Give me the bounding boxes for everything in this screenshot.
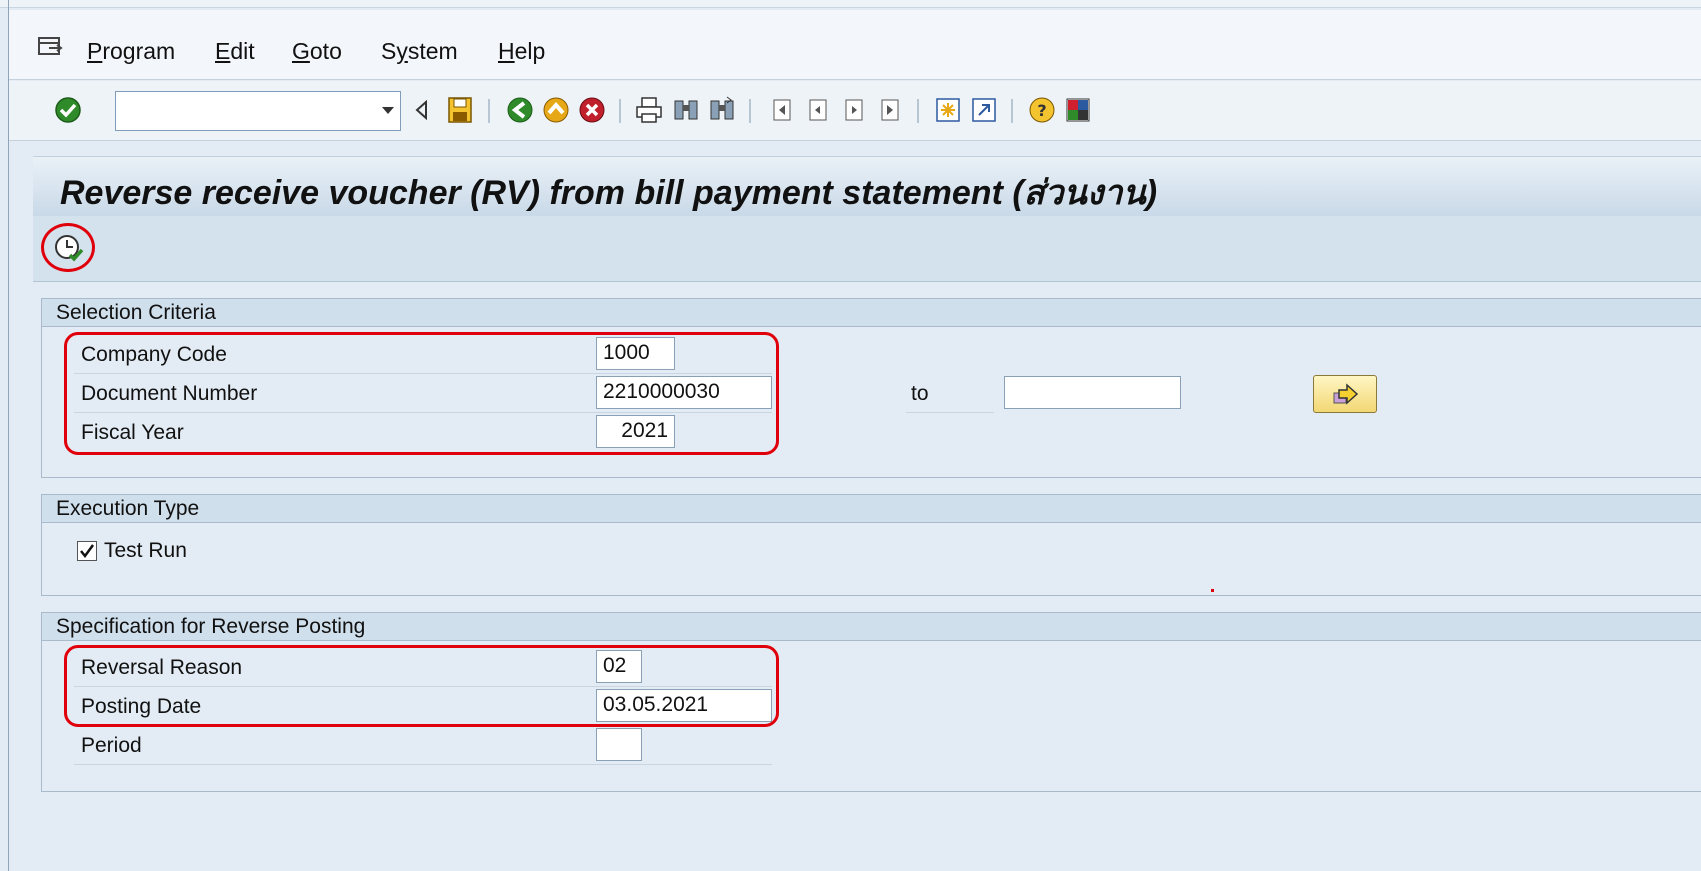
next-page-icon[interactable] xyxy=(839,95,869,125)
shortcut-icon[interactable] xyxy=(969,95,999,125)
first-page-icon[interactable] xyxy=(767,95,797,125)
menu-system[interactable]: System xyxy=(381,38,458,65)
find-next-icon[interactable] xyxy=(707,95,737,125)
menu-help[interactable]: Help xyxy=(498,38,545,65)
highlight-box-reverse-posting xyxy=(64,645,779,727)
toolbar-separator xyxy=(1011,99,1013,123)
toolbar-separator xyxy=(619,99,621,123)
period-field[interactable] xyxy=(596,728,642,761)
enter-icon[interactable] xyxy=(53,95,83,125)
highlight-box-selection xyxy=(64,332,779,455)
period-label: Period xyxy=(81,734,142,757)
chevron-down-icon[interactable] xyxy=(382,107,394,114)
checkmark-icon xyxy=(80,544,95,559)
svg-text:?: ? xyxy=(1037,101,1046,120)
highlight-circle-execute xyxy=(41,223,95,272)
print-icon[interactable] xyxy=(634,95,664,125)
test-run-checkbox[interactable] xyxy=(77,541,97,561)
cancel-icon[interactable] xyxy=(577,95,607,125)
save-icon[interactable] xyxy=(445,95,475,125)
standard-toolbar: ? xyxy=(9,81,1701,141)
test-run-label: Test Run xyxy=(104,539,187,562)
help-icon[interactable]: ? xyxy=(1027,95,1057,125)
page-title: Reverse receive voucher (RV) from bill p… xyxy=(60,174,1158,212)
previous-page-icon[interactable] xyxy=(803,95,833,125)
menu-bar: Program Edit Goto System Help xyxy=(9,10,1701,80)
toolbar-separator xyxy=(749,99,751,123)
to-label: to xyxy=(911,382,929,405)
multiple-selection-arrow-icon xyxy=(1333,383,1359,405)
period-row: Period xyxy=(74,727,772,765)
menu-edit[interactable]: Edit xyxy=(215,38,255,65)
menu-toggle-icon[interactable] xyxy=(37,36,65,58)
back-icon[interactable] xyxy=(505,95,535,125)
menu-goto[interactable]: Goto xyxy=(292,38,342,65)
document-number-to-field[interactable] xyxy=(1004,376,1181,409)
group-header: Specification for Reverse Posting xyxy=(42,613,1701,641)
menu-program[interactable]: Program xyxy=(87,38,175,65)
back-triangle-icon[interactable] xyxy=(407,95,437,125)
exit-icon[interactable] xyxy=(541,95,571,125)
application-toolbar xyxy=(33,216,1701,282)
title-bar: Reverse receive voucher (RV) from bill p… xyxy=(33,156,1701,216)
create-session-icon[interactable] xyxy=(933,95,963,125)
find-icon[interactable] xyxy=(671,95,701,125)
red-dot-artifact xyxy=(1211,589,1214,592)
to-row: to xyxy=(906,375,994,413)
command-field[interactable] xyxy=(115,91,401,131)
toolbar-separator xyxy=(917,99,919,123)
window-top-edge xyxy=(0,0,1701,8)
multiple-selection-button[interactable] xyxy=(1313,375,1377,413)
customize-layout-icon[interactable] xyxy=(1063,95,1093,125)
group-header: Execution Type xyxy=(42,495,1701,523)
group-header: Selection Criteria xyxy=(42,299,1701,327)
toolbar-separator xyxy=(488,99,490,123)
execution-type-group: Execution Type Test Run xyxy=(41,494,1701,596)
last-page-icon[interactable] xyxy=(875,95,905,125)
